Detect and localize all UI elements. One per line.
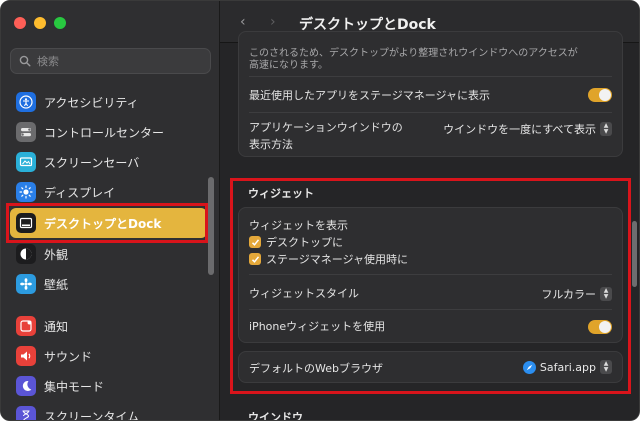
default-browser-card: デフォルトのWebブラウザ Safari.app ▲ ▼ [238, 351, 623, 383]
description-text-line2: 高速になります。 [249, 59, 328, 71]
close-window-button[interactable] [14, 17, 26, 29]
sidebar-item-label: デスクトップとDock [44, 216, 162, 231]
minimize-window-button[interactable] [34, 17, 46, 29]
sidebar-item-display[interactable]: ディスプレイ [10, 178, 207, 206]
checkbox-stage-manager[interactable] [249, 253, 261, 265]
search-icon [19, 55, 31, 67]
default-browser-value: Safari.app [539, 360, 596, 374]
focus-icon [16, 376, 36, 396]
settings-window: 検索 アクセシビリティ コントロールセンター スクリーンセーバ ディスプレイ デ… [0, 0, 640, 421]
windows-section-title: ウインドウ [248, 411, 303, 421]
sidebar-item-label: コントロールセンター [44, 125, 165, 140]
iphone-widgets-label: iPhoneウィジェットを使用 [249, 320, 386, 333]
app-windows-label-line2: 表示方法 [249, 138, 293, 151]
wallpaper-icon [16, 274, 36, 294]
sidebar-scrollbar[interactable] [208, 177, 214, 275]
sidebar-item-screen-time[interactable]: スクリーンタイム [10, 402, 207, 421]
zoom-window-button[interactable] [54, 17, 66, 29]
widget-style-label: ウィジェットスタイル [249, 287, 359, 300]
widgets-card: ウィジェットを表示 デスクトップに ステージマネージャ使用時に ウィジェットスタ… [238, 207, 623, 343]
sidebar-item-label: 通知 [44, 319, 69, 334]
search-field[interactable]: 検索 [10, 48, 211, 74]
sidebar-item-label: ディスプレイ [44, 185, 116, 200]
divider [249, 309, 612, 310]
dock-icon [16, 213, 36, 233]
sidebar-item-appearance[interactable]: 外観 [10, 240, 207, 268]
sidebar-item-label: 集中モード [44, 379, 105, 394]
divider [249, 112, 612, 113]
sidebar-item-label: アクセシビリティ [44, 95, 139, 110]
sidebar-item-label: スクリーンセーバ [44, 155, 140, 170]
display-icon [16, 182, 36, 202]
widget-style-value: フルカラー [541, 288, 596, 301]
accessibility-icon [16, 92, 36, 112]
back-chevron-icon[interactable]: ‹ [240, 14, 246, 30]
sidebar-item-label: サウンド [44, 349, 93, 364]
notifications-icon [16, 316, 36, 336]
sidebar-item-wallpaper[interactable]: 壁紙 [10, 270, 207, 298]
checkmark-icon [251, 238, 259, 246]
screensaver-icon [16, 152, 36, 172]
checkmark-icon [251, 255, 259, 263]
sidebar-item-desktop-dock[interactable]: デスクトップとDock [10, 208, 207, 238]
appearance-icon [16, 244, 36, 264]
show-widgets-label: ウィジェットを表示 [249, 219, 348, 232]
sidebar: 検索 アクセシビリティ コントロールセンター スクリーンセーバ ディスプレイ デ… [1, 1, 220, 421]
iphone-widgets-toggle[interactable] [588, 320, 612, 334]
popup-chevron-icon: ▲ ▼ [600, 122, 612, 136]
main-scrollbar[interactable] [632, 221, 637, 287]
sidebar-item-screensaver[interactable]: スクリーンセーバ [10, 148, 207, 176]
recent-apps-label: 最近使用したアプリをステージマネージャに表示 [249, 89, 491, 102]
sidebar-item-focus[interactable]: 集中モード [10, 372, 207, 400]
sidebar-item-control-center[interactable]: コントロールセンター [10, 118, 207, 146]
divider [249, 274, 612, 275]
sidebar-item-label: スクリーンタイム [44, 409, 140, 421]
screen-time-icon [16, 406, 36, 420]
recent-apps-row: 最近使用したアプリをステージマネージャに表示 [239, 85, 622, 105]
stage-manager-card: このされるため、デスクトップがより整理されウインドウへのアクセスが 高速になりま… [238, 31, 623, 157]
widgets-section-title: ウィジェット [248, 187, 314, 200]
sidebar-item-notifications[interactable]: 通知 [10, 312, 207, 340]
popup-chevron-icon: ▲ ▼ [600, 287, 612, 301]
iphone-widgets-row: iPhoneウィジェットを使用 [239, 316, 622, 336]
checkbox-stage-manager-row[interactable]: ステージマネージャ使用時に [239, 251, 622, 267]
default-browser-popup[interactable]: Safari.app ▲ ▼ [522, 360, 612, 374]
app-windows-value: ウインドウを一度にすべて表示 [443, 123, 596, 136]
control-center-icon [16, 122, 36, 142]
checkbox-desktop-label: デスクトップに [266, 236, 343, 249]
main-panel: ‹ › デスクトップとDock このされるため、デスクトップがより整理されウイン… [220, 1, 639, 421]
checkbox-desktop-row[interactable]: デスクトップに [239, 234, 622, 250]
sound-icon [16, 346, 36, 366]
sidebar-item-label: 壁紙 [44, 277, 69, 292]
sidebar-item-sound[interactable]: サウンド [10, 342, 207, 370]
sidebar-item-accessibility[interactable]: アクセシビリティ [10, 88, 207, 116]
app-windows-popup[interactable]: ウインドウを一度にすべて表示 ▲ ▼ [443, 121, 612, 137]
forward-chevron-icon[interactable]: › [270, 14, 276, 30]
search-placeholder: 検索 [37, 55, 59, 68]
divider [249, 76, 612, 77]
checkbox-desktop[interactable] [249, 236, 261, 248]
checkbox-stage-manager-label: ステージマネージャ使用時に [266, 253, 409, 266]
popup-chevron-icon: ▲ ▼ [600, 360, 612, 374]
widget-style-popup[interactable]: フルカラー ▲ ▼ [541, 286, 612, 302]
default-browser-label: デフォルトのWebブラウザ [249, 362, 383, 375]
safari-icon [522, 360, 536, 374]
recent-apps-toggle[interactable] [588, 88, 612, 102]
sidebar-item-label: 外観 [44, 247, 69, 262]
